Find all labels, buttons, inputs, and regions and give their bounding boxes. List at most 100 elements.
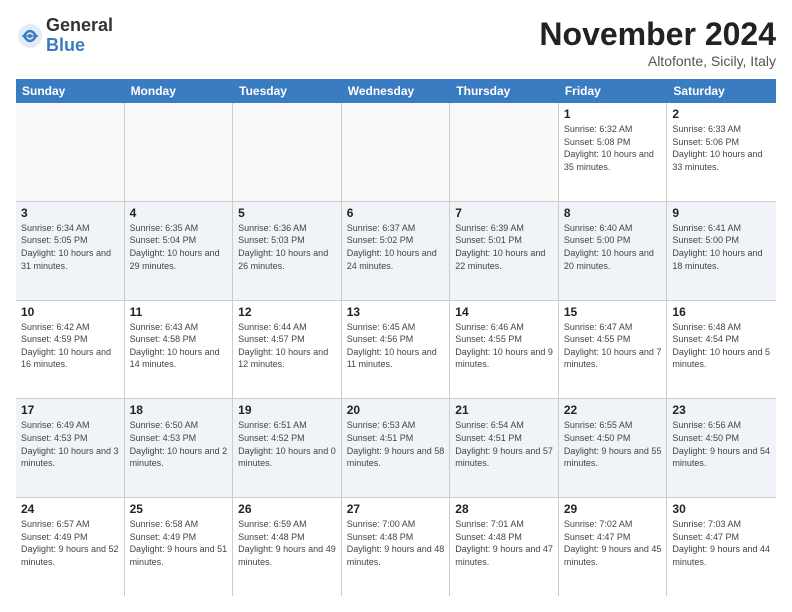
weekday-header-thursday: Thursday xyxy=(450,79,559,103)
day-number: 21 xyxy=(455,403,553,417)
day-cell-6: 6 Sunrise: 6:37 AM Sunset: 5:02 PM Daylig… xyxy=(342,202,451,300)
day-cell-14: 14 Sunrise: 6:46 AM Sunset: 4:55 PM Dayli… xyxy=(450,301,559,399)
day-info: Sunrise: 6:55 AM Sunset: 4:50 PM Dayligh… xyxy=(564,419,662,469)
day-info: Sunrise: 6:43 AM Sunset: 4:58 PM Dayligh… xyxy=(130,321,228,371)
day-info: Sunrise: 6:44 AM Sunset: 4:57 PM Dayligh… xyxy=(238,321,336,371)
day-cell-17: 17 Sunrise: 6:49 AM Sunset: 4:53 PM Dayli… xyxy=(16,399,125,497)
day-info: Sunrise: 6:50 AM Sunset: 4:53 PM Dayligh… xyxy=(130,419,228,469)
day-cell-18: 18 Sunrise: 6:50 AM Sunset: 4:53 PM Dayli… xyxy=(125,399,234,497)
day-number: 4 xyxy=(130,206,228,220)
day-cell-9: 9 Sunrise: 6:41 AM Sunset: 5:00 PM Daylig… xyxy=(667,202,776,300)
day-cell-4: 4 Sunrise: 6:35 AM Sunset: 5:04 PM Daylig… xyxy=(125,202,234,300)
day-info: Sunrise: 6:37 AM Sunset: 5:02 PM Dayligh… xyxy=(347,222,445,272)
day-info: Sunrise: 6:57 AM Sunset: 4:49 PM Dayligh… xyxy=(21,518,119,568)
day-number: 20 xyxy=(347,403,445,417)
day-number: 7 xyxy=(455,206,553,220)
day-info: Sunrise: 6:33 AM Sunset: 5:06 PM Dayligh… xyxy=(672,123,771,173)
empty-cell xyxy=(125,103,234,201)
day-cell-7: 7Sunrise: 6:39 AM Sunset: 5:01 PM Daylig… xyxy=(450,202,559,300)
empty-cell xyxy=(233,103,342,201)
day-number: 19 xyxy=(238,403,336,417)
day-info: Sunrise: 6:32 AM Sunset: 5:08 PM Dayligh… xyxy=(564,123,662,173)
day-info: Sunrise: 6:34 AM Sunset: 5:05 PM Dayligh… xyxy=(21,222,119,272)
day-info: Sunrise: 6:49 AM Sunset: 4:53 PM Dayligh… xyxy=(21,419,119,469)
day-info: Sunrise: 6:53 AM Sunset: 4:51 PM Dayligh… xyxy=(347,419,445,469)
day-info: Sunrise: 6:46 AM Sunset: 4:55 PM Dayligh… xyxy=(455,321,553,371)
day-cell-20: 20 Sunrise: 6:53 AM Sunset: 4:51 PM Dayli… xyxy=(342,399,451,497)
calendar-row-4: 17 Sunrise: 6:49 AM Sunset: 4:53 PM Dayli… xyxy=(16,399,776,498)
day-number: 3 xyxy=(21,206,119,220)
weekday-header-saturday: Saturday xyxy=(667,79,776,103)
day-cell-29: 29Sunrise: 7:02 AM Sunset: 4:47 PM Dayli… xyxy=(559,498,668,596)
day-number: 5 xyxy=(238,206,336,220)
logo-blue-text: Blue xyxy=(46,36,113,56)
day-number: 18 xyxy=(130,403,228,417)
day-number: 14 xyxy=(455,305,553,319)
day-number: 10 xyxy=(21,305,119,319)
day-cell-11: 11 Sunrise: 6:43 AM Sunset: 4:58 PM Dayli… xyxy=(125,301,234,399)
day-number: 27 xyxy=(347,502,445,516)
day-cell-23: 23 Sunrise: 6:56 AM Sunset: 4:50 PM Dayli… xyxy=(667,399,776,497)
day-cell-15: 15 Sunrise: 6:47 AM Sunset: 4:55 PM Dayli… xyxy=(559,301,668,399)
day-number: 1 xyxy=(564,107,662,121)
month-title: November 2024 xyxy=(539,16,776,53)
logo-text: General Blue xyxy=(46,16,113,56)
day-number: 24 xyxy=(21,502,119,516)
calendar-row-5: 24 Sunrise: 6:57 AM Sunset: 4:49 PM Dayli… xyxy=(16,498,776,596)
day-number: 9 xyxy=(672,206,771,220)
day-number: 13 xyxy=(347,305,445,319)
title-block: November 2024 Altofonte, Sicily, Italy xyxy=(539,16,776,69)
day-info: Sunrise: 6:35 AM Sunset: 5:04 PM Dayligh… xyxy=(130,222,228,272)
day-number: 15 xyxy=(564,305,662,319)
day-info: Sunrise: 7:03 AM Sunset: 4:47 PM Dayligh… xyxy=(672,518,771,568)
day-number: 2 xyxy=(672,107,771,121)
day-number: 28 xyxy=(455,502,553,516)
day-info: Sunrise: 6:48 AM Sunset: 4:54 PM Dayligh… xyxy=(672,321,771,371)
day-cell-19: 19 Sunrise: 6:51 AM Sunset: 4:52 PM Dayli… xyxy=(233,399,342,497)
empty-cell xyxy=(450,103,559,201)
day-number: 16 xyxy=(672,305,771,319)
day-cell-8: 8Sunrise: 6:40 AM Sunset: 5:00 PM Daylig… xyxy=(559,202,668,300)
day-cell-22: 22Sunrise: 6:55 AM Sunset: 4:50 PM Dayli… xyxy=(559,399,668,497)
day-cell-2: 2 Sunrise: 6:33 AM Sunset: 5:06 PM Daylig… xyxy=(667,103,776,201)
day-cell-21: 21Sunrise: 6:54 AM Sunset: 4:51 PM Dayli… xyxy=(450,399,559,497)
weekday-header-tuesday: Tuesday xyxy=(233,79,342,103)
day-info: Sunrise: 6:41 AM Sunset: 5:00 PM Dayligh… xyxy=(672,222,771,272)
day-number: 26 xyxy=(238,502,336,516)
day-info: Sunrise: 6:36 AM Sunset: 5:03 PM Dayligh… xyxy=(238,222,336,272)
logo-icon xyxy=(16,22,44,50)
day-cell-27: 27 Sunrise: 7:00 AM Sunset: 4:48 PM Dayli… xyxy=(342,498,451,596)
day-cell-28: 28Sunrise: 7:01 AM Sunset: 4:48 PM Dayli… xyxy=(450,498,559,596)
day-info: Sunrise: 6:47 AM Sunset: 4:55 PM Dayligh… xyxy=(564,321,662,371)
empty-cell xyxy=(342,103,451,201)
logo: General Blue xyxy=(16,16,113,56)
weekday-header-monday: Monday xyxy=(125,79,234,103)
day-cell-16: 16 Sunrise: 6:48 AM Sunset: 4:54 PM Dayli… xyxy=(667,301,776,399)
calendar-row-1: 1 Sunrise: 6:32 AM Sunset: 5:08 PM Daylig… xyxy=(16,103,776,202)
day-number: 12 xyxy=(238,305,336,319)
calendar-row-2: 3 Sunrise: 6:34 AM Sunset: 5:05 PM Daylig… xyxy=(16,202,776,301)
day-number: 6 xyxy=(347,206,445,220)
day-cell-3: 3 Sunrise: 6:34 AM Sunset: 5:05 PM Daylig… xyxy=(16,202,125,300)
day-info: Sunrise: 6:59 AM Sunset: 4:48 PM Dayligh… xyxy=(238,518,336,568)
day-number: 11 xyxy=(130,305,228,319)
weekday-header-friday: Friday xyxy=(559,79,668,103)
day-cell-13: 13Sunrise: 6:45 AM Sunset: 4:56 PM Dayli… xyxy=(342,301,451,399)
day-cell-10: 10 Sunrise: 6:42 AM Sunset: 4:59 PM Dayli… xyxy=(16,301,125,399)
day-info: Sunrise: 6:51 AM Sunset: 4:52 PM Dayligh… xyxy=(238,419,336,469)
header: General Blue November 2024 Altofonte, Si… xyxy=(16,16,776,69)
day-number: 30 xyxy=(672,502,771,516)
location: Altofonte, Sicily, Italy xyxy=(539,53,776,69)
day-info: Sunrise: 7:00 AM Sunset: 4:48 PM Dayligh… xyxy=(347,518,445,568)
calendar-body: 1 Sunrise: 6:32 AM Sunset: 5:08 PM Daylig… xyxy=(16,103,776,596)
calendar-row-3: 10 Sunrise: 6:42 AM Sunset: 4:59 PM Dayli… xyxy=(16,301,776,400)
day-number: 17 xyxy=(21,403,119,417)
day-info: Sunrise: 6:58 AM Sunset: 4:49 PM Dayligh… xyxy=(130,518,228,568)
day-info: Sunrise: 6:42 AM Sunset: 4:59 PM Dayligh… xyxy=(21,321,119,371)
day-number: 23 xyxy=(672,403,771,417)
day-info: Sunrise: 6:40 AM Sunset: 5:00 PM Dayligh… xyxy=(564,222,662,272)
day-info: Sunrise: 6:56 AM Sunset: 4:50 PM Dayligh… xyxy=(672,419,771,469)
day-cell-25: 25Sunrise: 6:58 AM Sunset: 4:49 PM Dayli… xyxy=(125,498,234,596)
weekday-header-wednesday: Wednesday xyxy=(342,79,451,103)
day-cell-24: 24 Sunrise: 6:57 AM Sunset: 4:49 PM Dayli… xyxy=(16,498,125,596)
